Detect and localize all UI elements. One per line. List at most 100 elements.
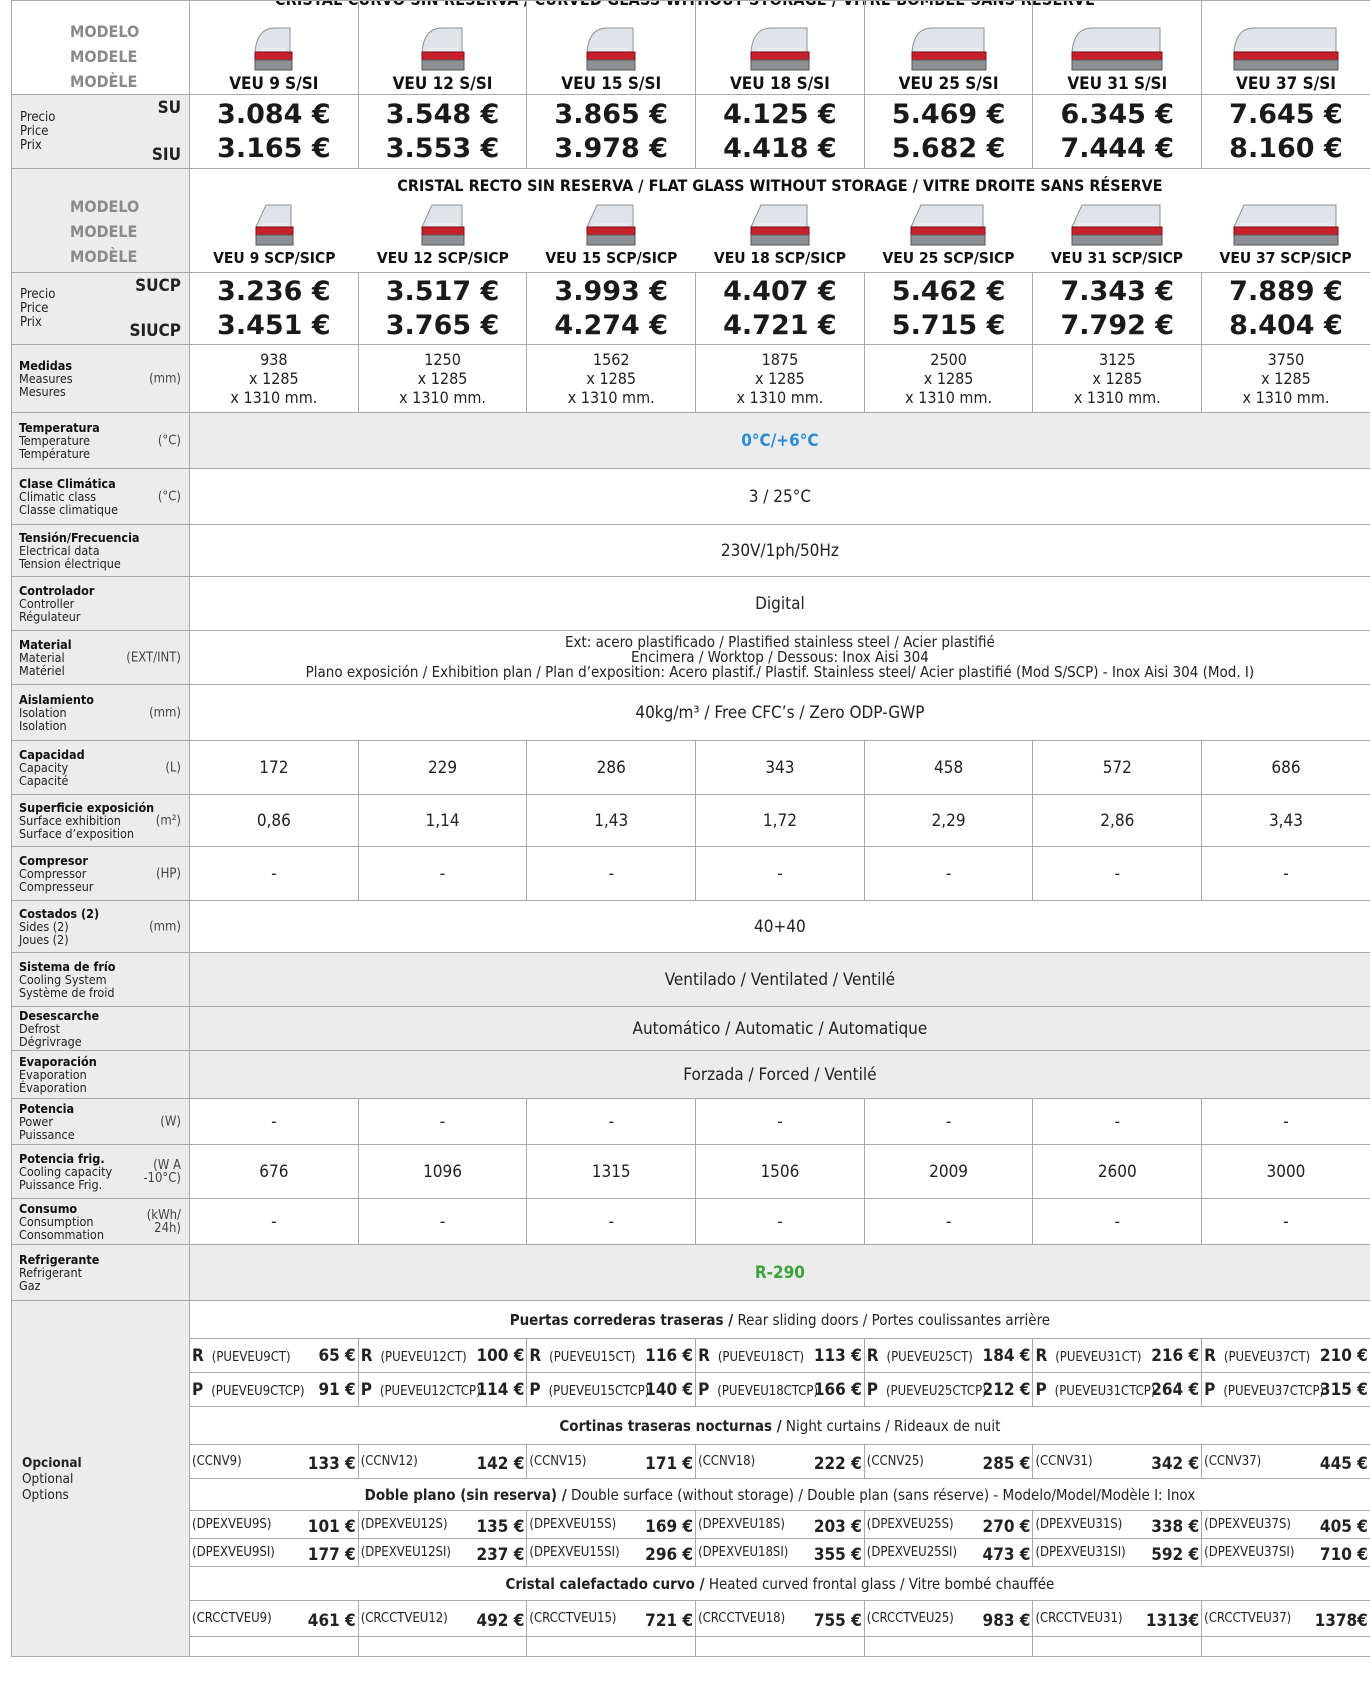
table-row: Opcional Optional Options Puertas corredera… — [11, 1300, 1370, 1657]
option-code: (PUEVEU18CT) — [717, 1349, 805, 1365]
double-s-cell: (DPEXVEU12S) 135 € — [357, 1510, 528, 1539]
consumption-cell: - — [695, 1198, 865, 1245]
option-price: 212 € — [982, 1379, 1031, 1400]
refrigerant-value: R-290 — [189, 1244, 1370, 1301]
surface-cell: 1,43 — [526, 794, 697, 847]
label-line: Refrigerant — [19, 1265, 82, 1280]
curtain-cell: (CCNV18) 222 € — [695, 1444, 865, 1479]
refrigerant-label: Refrigerante Refrigerant Gaz — [11, 1244, 190, 1301]
evaporation-value: Forzada / Forced / Ventilé — [189, 1050, 1370, 1099]
option-price: 101 € — [307, 1517, 356, 1537]
price-su: 7.645 € — [1229, 98, 1343, 130]
option-price: 114 € — [476, 1379, 525, 1400]
head-rest: Double plan (sans réserve) - Modelo/Mode… — [802, 1485, 1196, 1504]
label-line: Options — [22, 1486, 69, 1503]
surface-label: Superficie exposición Surface exhibition S… — [11, 794, 190, 847]
option-code: (CRCCTVEU37) — [1204, 1611, 1292, 1626]
label-line: Compresseur — [19, 879, 94, 894]
unit-label: (mm) — [149, 371, 181, 386]
height-value: x 1310 mm. — [399, 388, 486, 407]
head-strong: Cortinas traseras nocturnas / — [559, 1416, 782, 1435]
double-si-cell: (DPEXVEU18SI) 355 € — [695, 1538, 865, 1567]
option-code: (CCNV37) — [1204, 1454, 1262, 1469]
row-letter: P — [866, 1379, 878, 1400]
option-code: (CCNV12) — [360, 1454, 418, 1469]
curtain-cell: (CCNV37) 445 € — [1201, 1444, 1370, 1479]
table-row: Capacidad Capacity Capacité (L) 172 229 286 343… — [11, 740, 1370, 795]
option-price: 135 € — [476, 1517, 525, 1537]
row-letter: R — [360, 1345, 373, 1366]
surface-cell: 1,14 — [357, 794, 528, 847]
price-sucp: 7.889 € — [1229, 275, 1343, 307]
label-line: Dégrivrage — [19, 1034, 82, 1049]
table-row: Evaporación Evaporation Évaporation Forzada… — [11, 1050, 1370, 1099]
depth-value: x 1285 — [586, 369, 637, 388]
optional-label: Opcional Optional Options — [11, 1300, 190, 1657]
compressor-cell: - — [189, 846, 359, 901]
label-line: MODELO — [70, 197, 140, 216]
display-case-icon — [750, 204, 810, 245]
height-value: x 1310 mm. — [1242, 388, 1330, 407]
table-row: (DPEXVEU9S) 101 € (DPEXVEU12S) 135 € (DPEXVE… — [12, 1510, 1370, 1539]
row-letter: P — [1035, 1379, 1047, 1400]
row-letter: P — [192, 1379, 204, 1400]
option-code: (PUEVEU15CTCP) — [548, 1383, 650, 1399]
climate-class-value: 3 / 25°C — [189, 468, 1370, 525]
price-su: 6.345 € — [1060, 98, 1175, 130]
model-column-head: VEU 12 SCP/SICP — [359, 197, 528, 267]
depth-value: x 1285 — [1261, 369, 1311, 388]
model-name: VEU 25 SCP/SICP — [882, 248, 1015, 267]
label-line: Matériel — [19, 663, 65, 678]
option-code: (PUEVEU25CTCP) — [885, 1383, 987, 1399]
option-price: 473 € — [982, 1545, 1031, 1565]
option-code: (CRCCTVEU18) — [698, 1611, 786, 1626]
label-line: Évaporation — [19, 1080, 87, 1095]
option-price: 342 € — [1151, 1454, 1200, 1474]
heated-glass-cell: (CRCCTVEU15) 721 € — [526, 1600, 697, 1637]
model-name: VEU 12 SCP/SICP — [376, 248, 509, 267]
model-column-head: VEU 37 S/SI — [1201, 0, 1370, 95]
model-name: VEU 9 S/SI — [229, 74, 319, 94]
model-name: VEU 37 S/SI — [1236, 74, 1336, 94]
display-case-icon — [1071, 27, 1163, 71]
model-name: VEU 18 S/SI — [729, 74, 830, 94]
consumption-cell: - — [526, 1198, 697, 1245]
option-code: (DPEXVEU31SI) — [1035, 1545, 1126, 1560]
capacity-cell: 686 — [1201, 740, 1370, 795]
option-price: 492 € — [476, 1611, 525, 1631]
option-price: 65 € — [318, 1345, 356, 1366]
option-price: 983 € — [982, 1611, 1031, 1631]
surface-cell: 3,43 — [1201, 794, 1370, 847]
price-code: SIUCP — [129, 321, 181, 341]
price-cell: 4.407 €4.721 € — [695, 272, 865, 345]
curtain-cell: (CCNV15) 171 € — [526, 1444, 697, 1479]
compressor-label: Compresor Compressor Compresseur (HP) — [11, 846, 190, 901]
table-row: MODELO MODELE MODÈLE VEU 9 S/SI VEU 12 S/SI V… — [11, 0, 1370, 95]
display-case-icon — [586, 204, 636, 245]
option-price: 91 € — [318, 1379, 356, 1400]
display-case-icon — [750, 27, 810, 71]
double-s-cell: (DPEXVEU37S) 405 € — [1201, 1510, 1370, 1539]
cooling-capacity-cell: 1096 — [357, 1144, 528, 1199]
model-column-head: VEU 9 S/SI — [189, 0, 359, 95]
option-price: 210 € — [1319, 1345, 1368, 1366]
option-code: (CRCCTVEU9) — [192, 1611, 272, 1626]
price-siu: 8.160 € — [1229, 132, 1343, 164]
price-cell: 3.517 €3.765 € — [357, 272, 528, 345]
heated-glass-cell: (CRCCTVEU31) 1313€ — [1032, 1600, 1203, 1637]
unit-label: (mm) — [149, 919, 181, 934]
price-siucp: 8.404 € — [1229, 309, 1343, 341]
option-code: (PUEVEU12CTCP) — [379, 1383, 481, 1399]
model-column-head: VEU 25 S/SI — [863, 0, 1034, 95]
price-siucp: 4.721 € — [723, 309, 837, 341]
unit-label: (°C) — [157, 489, 181, 504]
double-s-cell: (DPEXVEU18S) 203 € — [695, 1510, 865, 1539]
price-su: 3.865 € — [554, 98, 669, 130]
table-row: Temperatura Temperature Température (°C) 0°C… — [11, 412, 1370, 469]
table-row: R (PUEVEU9CT) 65 € R (PUEVEU12CT) 100 € R (PUEV… — [12, 1338, 1370, 1373]
price-label: Precio Price Prix SUCP SIUCP — [11, 272, 190, 345]
price-siu: 7.444 € — [1060, 132, 1175, 164]
table-row: (CRCCTVEU9) 461 € (CRCCTVEU12) 492 € (CRCCTV… — [12, 1600, 1370, 1637]
option-code: (CCNV31) — [1035, 1454, 1093, 1469]
label-line: Opcional — [22, 1455, 189, 1471]
